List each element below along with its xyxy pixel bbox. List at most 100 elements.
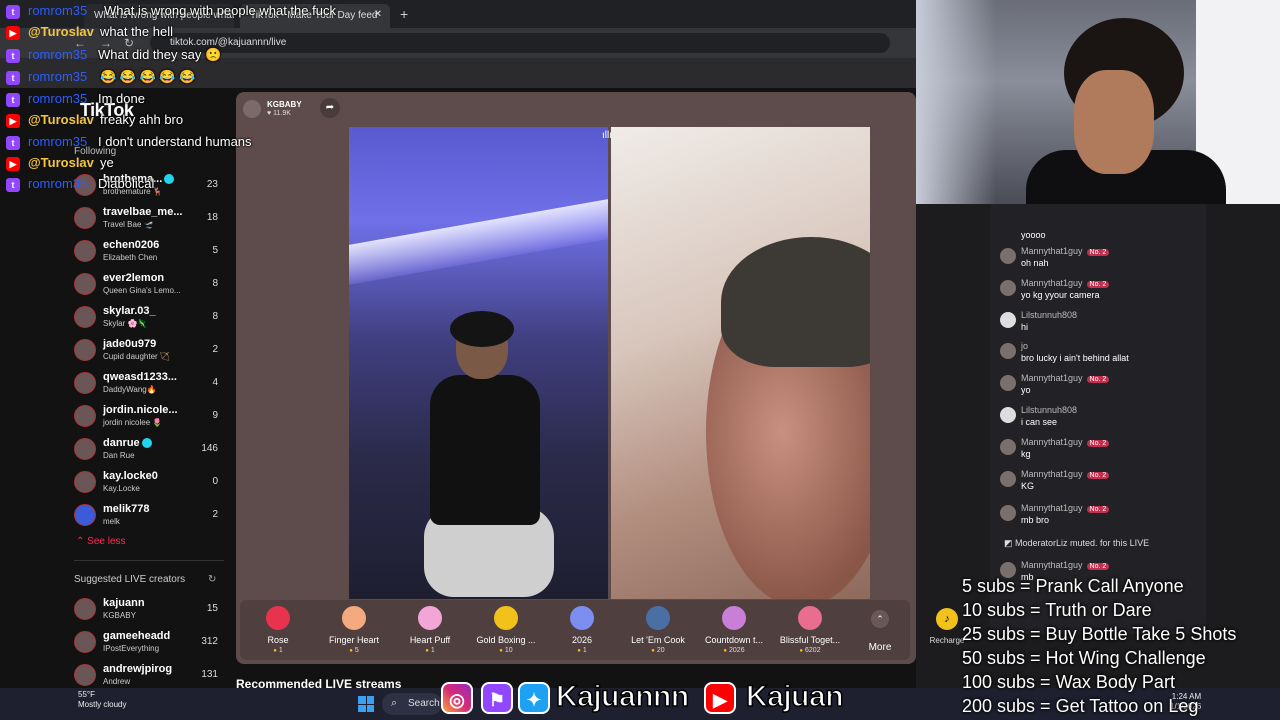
avatar (74, 306, 96, 328)
avatar (74, 339, 96, 361)
following-item[interactable]: melik778 melk 2 (74, 502, 224, 534)
refresh-icon[interactable]: ↻ (208, 574, 216, 585)
chat-user[interactable]: jo (1021, 341, 1028, 351)
rank-badge: No. 2 (1086, 506, 1110, 513)
avatar[interactable] (1000, 505, 1016, 521)
avatar (74, 438, 96, 460)
sidebar-divider (74, 560, 224, 561)
chat-user[interactable]: Mannythat1guy No. 2 (1021, 469, 1110, 479)
gift-item[interactable]: Finger Heart 5 (316, 606, 392, 658)
overlay-text: I don't understand humans (98, 134, 252, 149)
gift-name: Let 'Em Cook (631, 635, 685, 645)
chat-text: kg (1021, 449, 1031, 459)
youtube-icon: ▶ (6, 157, 20, 171)
host-card[interactable]: KGBABY ♥ 11.9K (243, 98, 313, 120)
chat-user[interactable]: Mannythat1guy No. 2 (1021, 560, 1110, 570)
twitter-icon: ✦ (518, 682, 550, 714)
chat-text: mb bro (1021, 515, 1050, 525)
weather-temp: 55°F (78, 690, 95, 699)
avatar[interactable] (1000, 471, 1016, 487)
gift-price: 1 (392, 647, 468, 654)
following-item[interactable]: qweasd1233... DaddyWang🔥 4 (74, 370, 224, 402)
overlay-text: Im done (98, 91, 145, 106)
following-sub: Skylar 🌸🦎 (103, 319, 148, 328)
windows-start-icon[interactable] (358, 696, 374, 712)
sub-goal: 25 subs = Buy Bottle Take 5 Shots (962, 624, 1237, 644)
avatar[interactable] (1000, 407, 1016, 423)
search-icon: ⌕ (391, 697, 398, 709)
following-item[interactable]: jordin.nicole... jordin nicolee 🌷 9 (74, 403, 224, 435)
chat-user[interactable]: Mannythat1guy No. 2 (1021, 246, 1110, 256)
gift-item[interactable]: Rose 1 (240, 606, 316, 658)
see-less-link[interactable]: ⌃ See less (76, 536, 126, 547)
gift-name: Heart Puff (409, 635, 451, 645)
share-icon[interactable]: ➦ (320, 98, 340, 118)
following-item[interactable]: ever2lemon Queen Gina's Lemo... 8 (74, 271, 224, 303)
overlay-user: romrom35 (28, 134, 88, 149)
chevron-up-icon: ⌃ (871, 610, 889, 628)
viewer-count: 9 (212, 410, 218, 421)
twitch-icon: t (6, 49, 20, 63)
new-tab-button[interactable]: + (400, 6, 408, 22)
video-right[interactable] (611, 127, 870, 599)
suggested-name: kajuann (103, 597, 145, 609)
chat-user[interactable]: Mannythat1guy No. 2 (1021, 503, 1110, 513)
following-item[interactable]: echen0206 Elizabeth Chen 5 (74, 238, 224, 270)
following-sub: Kay.Locke (103, 484, 140, 493)
gift-item[interactable]: 2026 1 (544, 606, 620, 658)
following-name: qweasd1233... (103, 371, 177, 383)
suggested-item[interactable]: kajuann KGBABY 15 (74, 596, 224, 628)
avatar[interactable] (1000, 439, 1016, 455)
chat-user[interactable]: Mannythat1guy No. 2 (1021, 278, 1110, 288)
url-field[interactable]: tiktok.com/@kajuannn/live (150, 33, 890, 53)
instagram-icon: ◎ (441, 682, 473, 714)
weather-widget[interactable]: 55°F Mostly cloudy (78, 690, 126, 710)
chat-user[interactable]: Lilstunnuh808 (1021, 310, 1077, 320)
avatar[interactable] (1000, 343, 1016, 359)
suggested-sub: KGBABY (103, 611, 136, 620)
cook-icon (646, 606, 670, 630)
gift-price: 10 (468, 647, 544, 654)
taskbar-search[interactable]: ⌕ Search (382, 693, 442, 715)
gift-item[interactable]: Let 'Em Cook 20 (620, 606, 696, 658)
gift-name: Gold Boxing ... (476, 635, 536, 645)
verified-icon (164, 174, 175, 185)
avatar[interactable] (1000, 312, 1016, 328)
gift-item[interactable]: Blissful Toget... 6202 (772, 606, 848, 658)
chat-user[interactable]: Lilstunnuh808 (1021, 405, 1077, 415)
suggested-item[interactable]: gameeheadd IPostEverything 312 (74, 629, 224, 661)
chat-user[interactable]: Mannythat1guy No. 2 (1021, 373, 1110, 383)
following-sub: jordin nicolee 🌷 (103, 418, 163, 427)
close-tab-icon[interactable]: ✕ (374, 9, 382, 20)
host-likes: ♥ 11.9K (267, 110, 291, 117)
avatar (74, 207, 96, 229)
avatar[interactable] (1000, 280, 1016, 296)
avatar[interactable] (1000, 375, 1016, 391)
video-left[interactable] (349, 127, 608, 599)
gift-name: Rose (267, 635, 289, 645)
sub-goal: 5 subs = Prank Call Anyone (962, 576, 1184, 596)
more-gifts-button[interactable]: ⌃ More (866, 610, 894, 656)
following-item[interactable]: kay.locke0 Kay.Locke 0 (74, 469, 224, 501)
suggested-sub: IPostEverything (103, 644, 160, 653)
countdown-icon (722, 606, 746, 630)
avatar (74, 598, 96, 620)
following-sub: Queen Gina's Lemo... (103, 286, 181, 295)
avatar[interactable] (1000, 248, 1016, 264)
following-item[interactable]: danrue Dan Rue 146 (74, 436, 224, 468)
twitch-logo-icon: ⚑ (481, 682, 513, 714)
avatar (74, 405, 96, 427)
chat-message: yoooo (998, 218, 1206, 248)
following-name: kay.locke0 (103, 470, 158, 482)
following-item[interactable]: travelbae_me... Travel Bae 🛫 18 (74, 205, 224, 237)
following-name: ever2lemon (103, 272, 165, 284)
following-item[interactable]: skylar.03_ Skylar 🌸🦎 8 (74, 304, 224, 336)
finger-heart-icon (342, 606, 366, 630)
chat-user[interactable]: Mannythat1guy No. 2 (1021, 437, 1110, 447)
gift-item[interactable]: Heart Puff 1 (392, 606, 468, 658)
gift-item[interactable]: Gold Boxing ... 10 (468, 606, 544, 658)
following-item[interactable]: jade0u979 Cupid daughter 🏹 2 (74, 337, 224, 369)
rank-badge: No. 2 (1086, 281, 1110, 288)
following-name: travelbae_me... (103, 206, 183, 218)
gift-item[interactable]: Countdown t... 2026 (696, 606, 772, 658)
